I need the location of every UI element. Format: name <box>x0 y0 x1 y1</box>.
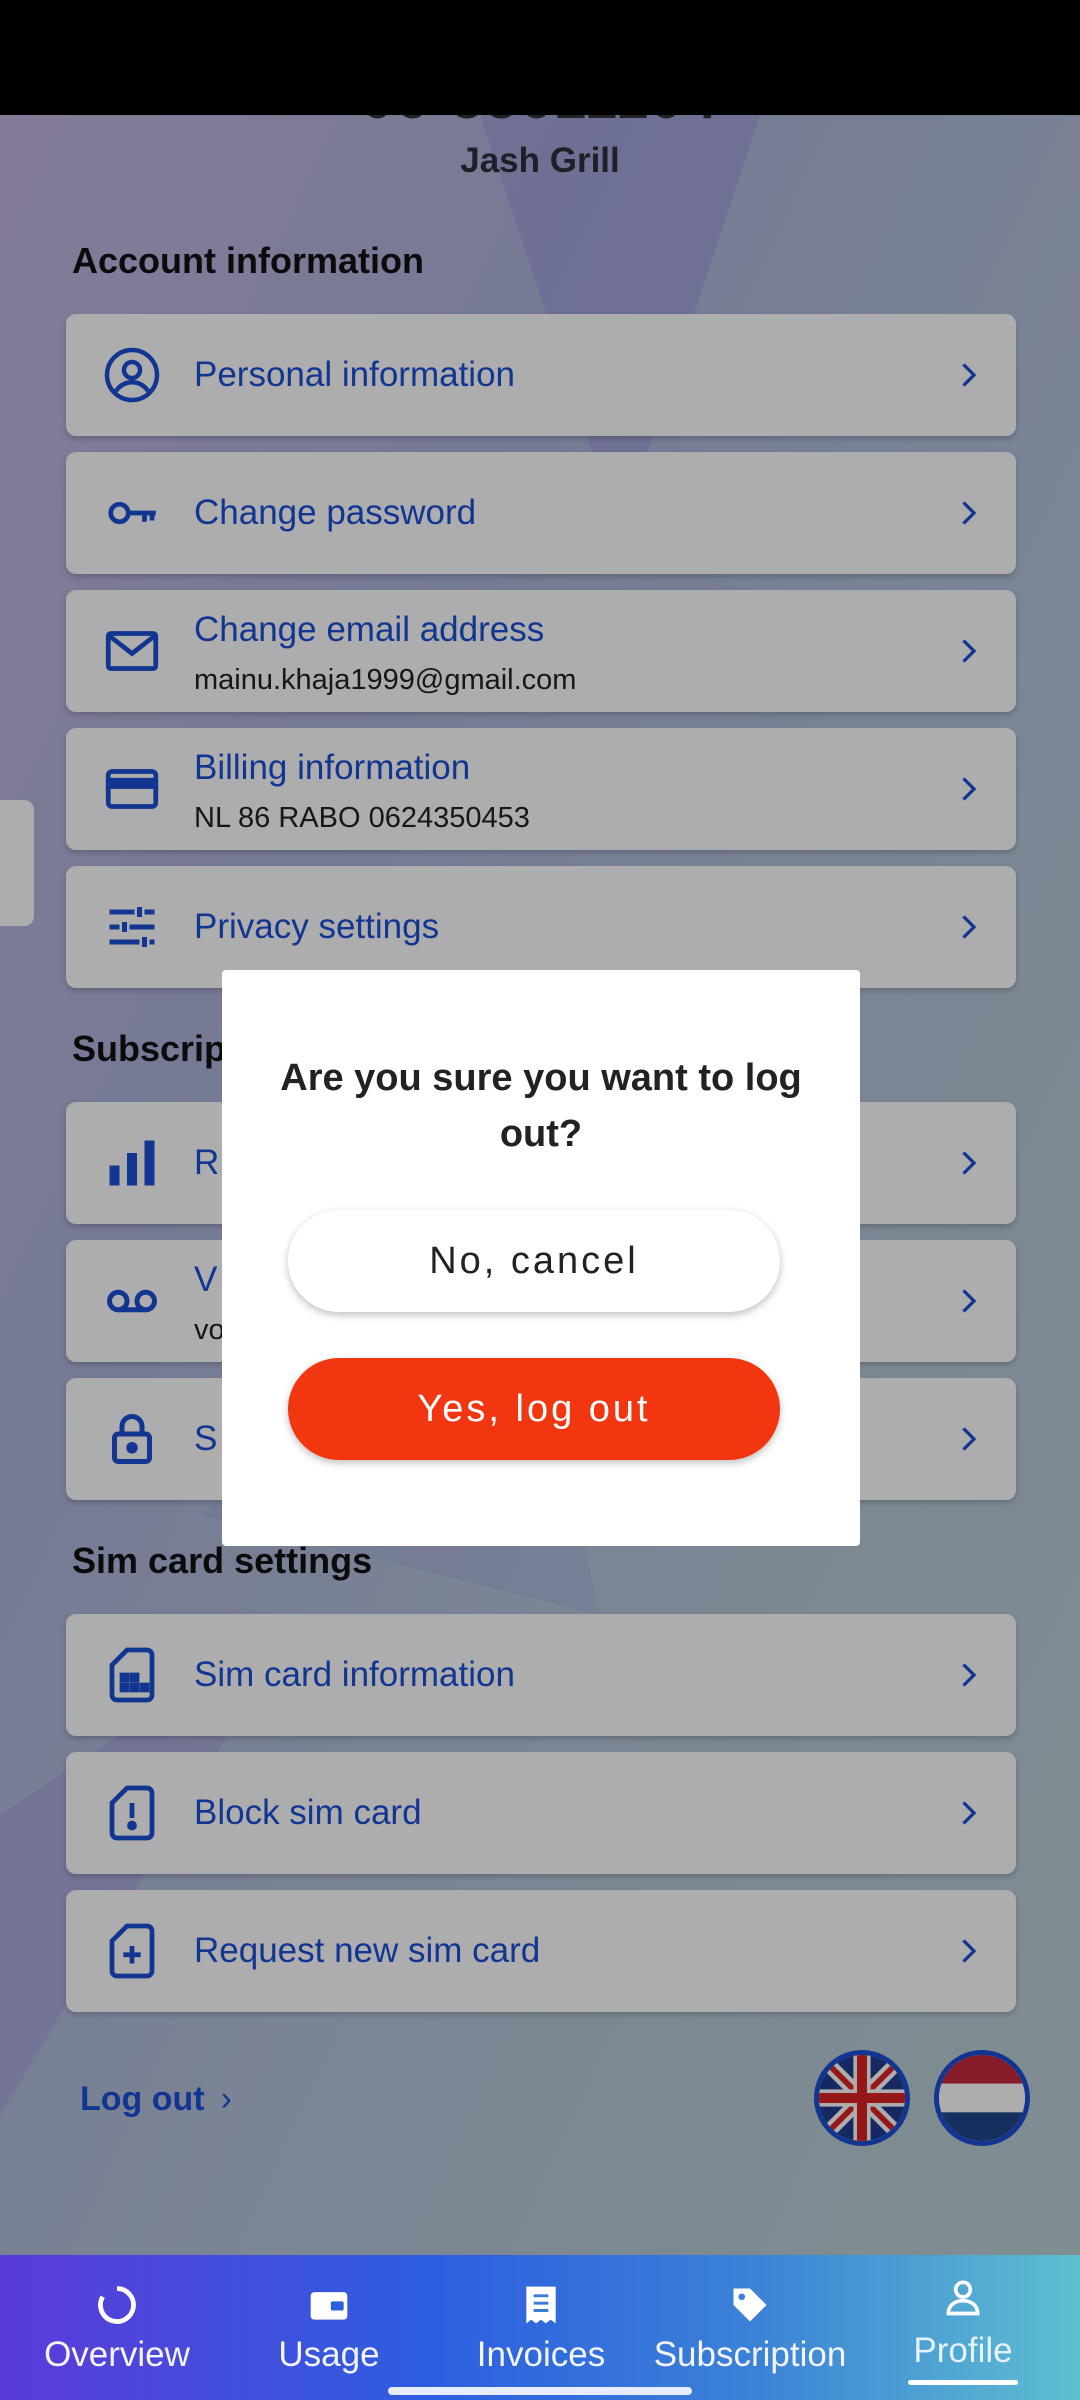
logout-confirm-dialog: Are you sure you want to log out? No, ca… <box>222 970 860 1546</box>
nav-subscription-label: Subscription <box>653 2335 847 2374</box>
nav-usage[interactable]: Usage <box>234 2255 424 2400</box>
nav-profile[interactable]: Profile <box>868 2255 1058 2400</box>
confirm-logout-button[interactable]: Yes, log out <box>288 1358 780 1460</box>
active-tab-indicator <box>908 2380 1018 2385</box>
bottom-navigation: Overview Usage Invoices Subscription Pro… <box>0 2255 1080 2400</box>
home-indicator <box>388 2387 692 2395</box>
nav-invoices[interactable]: Invoices <box>446 2255 636 2400</box>
nav-subscription[interactable]: Subscription <box>640 2255 860 2400</box>
cancel-button[interactable]: No, cancel <box>288 1210 780 1312</box>
wallet-icon <box>310 2292 348 2320</box>
profile-icon <box>946 2280 980 2316</box>
nav-usage-label: Usage <box>278 2335 380 2374</box>
nav-overview[interactable]: Overview <box>22 2255 212 2400</box>
tag-icon <box>733 2288 767 2322</box>
nav-invoices-label: Invoices <box>476 2335 606 2374</box>
overview-icon <box>98 2286 136 2324</box>
nav-overview-label: Overview <box>44 2335 190 2374</box>
dialog-title: Are you sure you want to log out? <box>280 1057 802 1155</box>
receipt-icon <box>526 2286 556 2324</box>
nav-profile-label: Profile <box>913 2331 1013 2370</box>
